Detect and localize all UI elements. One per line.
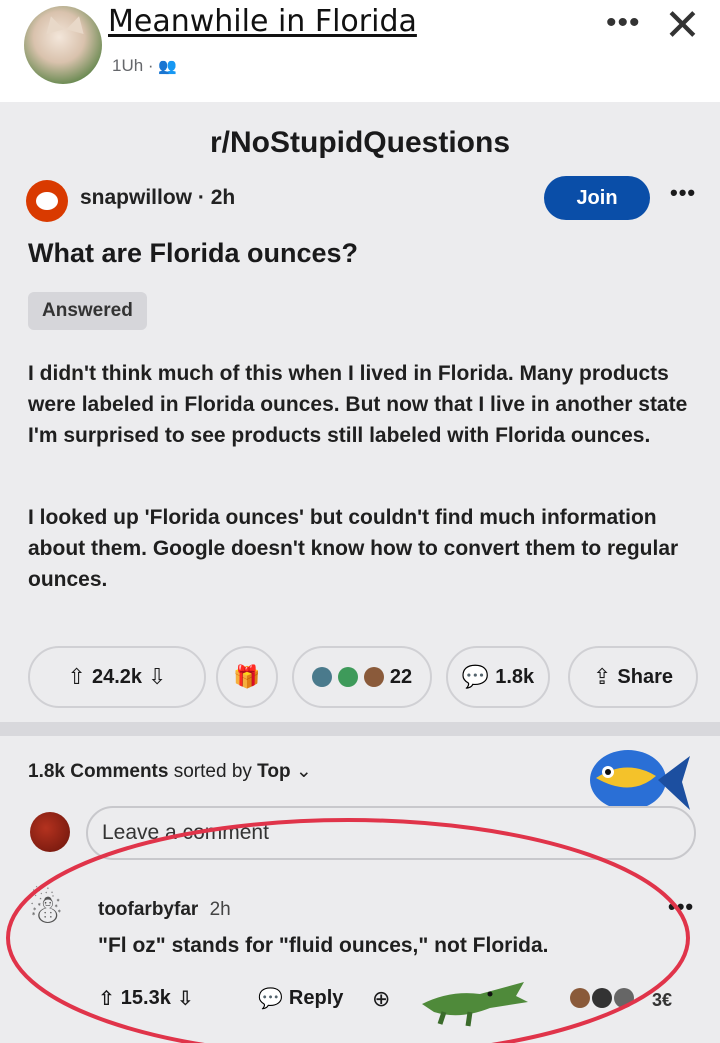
meta-separator: · [147,56,159,75]
section-divider [0,722,720,736]
post-time: 1Uh [112,56,144,75]
reddit-post-screenshot: r/NoStupidQuestions snapwillow · 2h Join… [0,102,720,1043]
comments-count-label: 1.8k Comments [28,761,169,782]
award-icon [363,667,384,687]
cat-ear-left [42,13,64,35]
comment-age: 2h [209,899,231,920]
page-name-link[interactable]: Meanwhile in Florida [108,4,417,39]
upvote-icon[interactable]: ⇧ [68,664,86,690]
comments-button[interactable]: 💬 1.8k [446,646,550,708]
post-meta: 1Uh · 👥 [112,56,177,76]
post-author[interactable]: snapwillow [80,186,192,209]
vote-control: ⇧ 24.2k ⇩ [28,646,206,708]
add-award-icon[interactable]: ⊕ [372,986,390,1012]
author-separator: · [197,186,211,209]
share-icon: ⇪ [592,664,612,689]
comment-downvote-icon[interactable]: ⇩ [177,986,194,1011]
give-award-button[interactable]: 🎁 [216,646,278,708]
comments-sort-header[interactable]: 1.8k Comments sorted by Top ⌄ [28,760,312,783]
downvote-icon[interactable]: ⇩ [148,664,166,690]
share-label: Share [617,665,674,688]
facebook-post-header: Meanwhile in Florida 1Uh · 👥 ••• ✕ [0,0,720,102]
chevron-down-icon: ⌄ [295,761,312,782]
comments-count: 1.8k [495,665,535,688]
comment-author[interactable]: toofarbyfar [98,899,198,920]
more-options-icon[interactable]: ••• [606,6,641,40]
post-author-line: snapwillow · 2h [80,186,235,210]
comment-vote-count: 15.3k [120,987,171,1009]
post-more-icon[interactable]: ••• [670,180,696,206]
awards-button[interactable]: 22 [292,646,432,708]
post-body-paragraph-1: I didn't think much of this when I lived… [28,362,688,447]
friends-icon[interactable]: 👥 [158,58,177,75]
reply-label: Reply [288,987,344,1009]
share-button[interactable]: ⇪ Share [568,646,698,708]
comment-vote-control: ⇧ 15.3k ⇩ [98,986,194,1011]
comment-awards[interactable] [570,988,634,1008]
flair-badge: Answered [28,292,147,330]
award-icon [570,988,590,1008]
comment-award-count: 3€ [652,990,673,1010]
comment-more-icon[interactable]: ••• [668,894,694,920]
join-button[interactable]: Join [544,176,650,220]
awards-count: 22 [389,665,413,688]
close-icon[interactable]: ✕ [664,0,701,51]
comment-upvote-icon[interactable]: ⇧ [98,986,115,1011]
reddit-snoo-avatar[interactable] [26,180,68,222]
reply-bubble-icon: 💬 [258,988,283,1010]
post-action-bar: ⇧ 24.2k ⇩ 🎁 22 💬 1.8k ⇪ Share [0,646,720,710]
post-age: 2h [210,186,236,209]
leave-comment-input[interactable]: Leave a comment [86,806,696,860]
award-icon [311,667,332,687]
sort-value: Top [257,761,291,782]
subreddit-title[interactable]: r/NoStupidQuestions [0,126,720,160]
alligator-sticker [422,982,528,1027]
post-title: What are Florida ounces? [28,238,359,268]
post-body-paragraph-2: I looked up 'Florida ounces' but couldn'… [28,506,679,591]
user-avatar[interactable] [30,812,70,852]
comment-text: "Fl oz" stands for "fluid ounces," not F… [98,934,549,957]
comment-bubble-icon: 💬 [461,664,490,689]
reply-button[interactable]: 💬 Reply [258,986,343,1011]
comment-author-line: toofarbyfar 2h [98,899,231,921]
award-icon [614,988,634,1008]
sorted-by-label: sorted by [173,761,252,782]
award-icon [592,988,612,1008]
vote-count: 24.2k [91,665,143,688]
commenter-avatar[interactable]: ☃ [28,882,72,938]
award-icon [337,667,358,687]
page-avatar[interactable] [24,6,102,84]
cat-ear-right [66,13,88,35]
gift-icon: 🎁 [233,664,261,689]
